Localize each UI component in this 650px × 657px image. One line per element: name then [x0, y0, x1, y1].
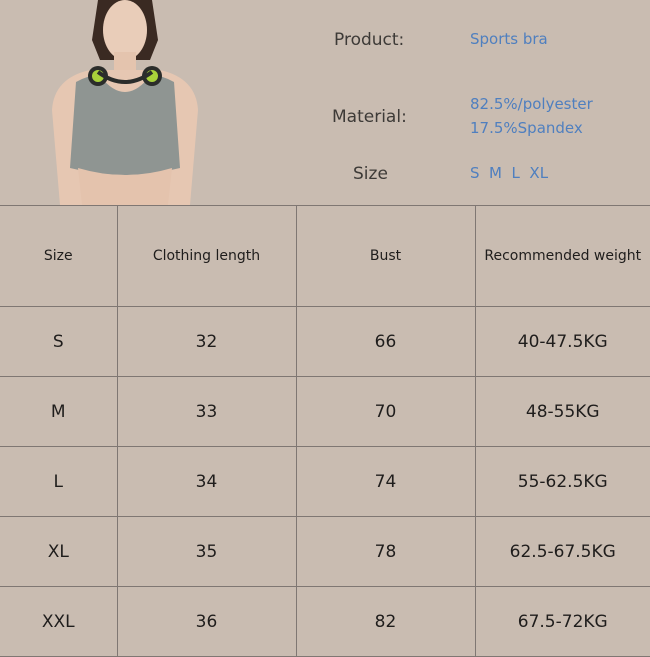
cell-clothing-length: 34	[116, 446, 297, 517]
product-header: Product: Sports bra Material: 82.5%/poly…	[0, 0, 650, 205]
cell-recommended-weight: 55-62.5KG	[474, 446, 650, 517]
cell-size: M	[0, 376, 118, 447]
size-chart-table: Size Clothing length Bust Recommended we…	[0, 205, 650, 657]
cell-bust: 66	[295, 306, 476, 377]
header-clothing-length: Clothing length	[116, 205, 297, 307]
table-header-row: Size Clothing length Bust Recommended we…	[0, 205, 650, 307]
material-label: Material:	[332, 107, 407, 127]
cell-bust: 82	[295, 586, 476, 657]
cell-size: XL	[0, 516, 118, 587]
material-line-2: 17.5%Spandex	[470, 119, 583, 137]
table-row: M 33 70 48-55KG	[0, 376, 650, 447]
table-row: XL 35 78 62.5-67.5KG	[0, 516, 650, 587]
cell-recommended-weight: 62.5-67.5KG	[474, 516, 650, 587]
cell-clothing-length: 33	[116, 376, 297, 447]
header-size: Size	[0, 205, 118, 307]
cell-size: L	[0, 446, 118, 517]
size-value: S M L XL	[470, 164, 549, 182]
cell-clothing-length: 36	[116, 586, 297, 657]
cell-bust: 74	[295, 446, 476, 517]
cell-recommended-weight: 48-55KG	[474, 376, 650, 447]
cell-bust: 70	[295, 376, 476, 447]
product-value: Sports bra	[470, 30, 548, 48]
size-label: Size	[353, 164, 388, 184]
table-row: L 34 74 55-62.5KG	[0, 446, 650, 517]
product-label: Product:	[334, 30, 405, 50]
header-bust: Bust	[295, 205, 476, 307]
material-line-1: 82.5%/polyester	[470, 95, 593, 113]
cell-clothing-length: 35	[116, 516, 297, 587]
cell-bust: 78	[295, 516, 476, 587]
table-row: S 32 66 40-47.5KG	[0, 306, 650, 377]
header-recommended-weight: Recommended weight	[474, 205, 650, 307]
model-photo	[52, 0, 198, 205]
cell-size: XXL	[0, 586, 118, 657]
cell-clothing-length: 32	[116, 306, 297, 377]
cell-recommended-weight: 40-47.5KG	[474, 306, 650, 377]
table-row: XXL 36 82 67.5-72KG	[0, 586, 650, 657]
cell-size: S	[0, 306, 118, 377]
cell-recommended-weight: 67.5-72KG	[474, 586, 650, 657]
